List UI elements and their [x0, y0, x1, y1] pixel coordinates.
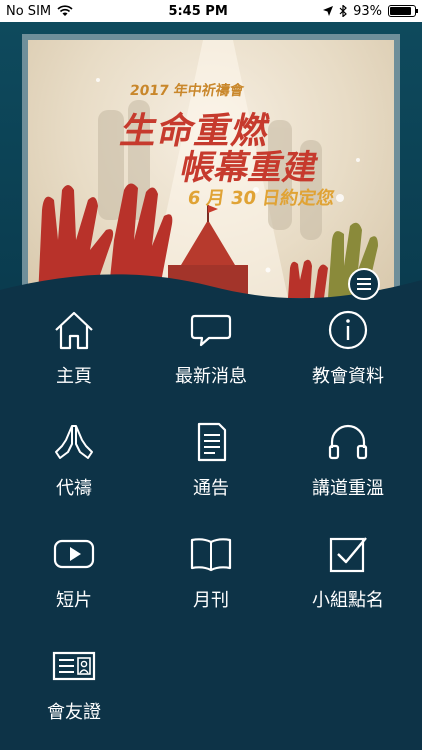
menu-label-notices: 通告: [193, 478, 229, 499]
carrier-label: No SIM: [6, 3, 52, 19]
menu-item-news[interactable]: 最新消息: [141, 308, 281, 388]
wifi-icon: [57, 5, 73, 16]
speech-bubble-icon: [190, 314, 232, 347]
member-card-icon: [52, 651, 96, 681]
menu-item-monthly[interactable]: 月刊: [141, 532, 281, 612]
menu-item-home[interactable]: 主頁: [4, 308, 144, 388]
menu-label-sermons: 講道重溫: [312, 478, 384, 499]
status-left: No SIM: [6, 4, 73, 19]
menu-label-church-info: 教會資料: [312, 366, 384, 387]
banner-date: 6 月 30 日約定您: [186, 188, 336, 209]
menu-label-prayer: 代禱: [56, 478, 92, 499]
battery-icon: [387, 5, 418, 17]
home-icon: [55, 311, 93, 350]
play-video-icon: [53, 539, 95, 569]
menu-item-prayer[interactable]: 代禱: [4, 420, 144, 500]
menu-item-church-info[interactable]: 教會資料: [278, 308, 418, 388]
clock: 5:45 PM: [168, 3, 228, 19]
info-icon: [328, 310, 368, 350]
bluetooth-icon: [339, 5, 347, 17]
status-right: 93%: [323, 3, 418, 19]
menu-label-home: 主頁: [56, 366, 92, 387]
location-arrow-icon: [323, 6, 334, 16]
banner-frame: 2017 年中祈禱會 生命重燃 帳幕重建 6 月 30 日約定您: [0, 22, 422, 304]
banner-tagline: 2017 年中祈禱會: [128, 83, 245, 99]
menu-item-sermons[interactable]: 講道重溫: [278, 420, 418, 500]
menu-label-news: 最新消息: [175, 366, 247, 387]
banner-headline-2: 帳幕重建: [177, 148, 322, 188]
menu-label-monthly: 月刊: [193, 590, 229, 611]
headphones-icon: [328, 424, 368, 460]
open-book-icon: [190, 538, 232, 572]
menu-label-group-attendance: 小組點名: [312, 590, 384, 611]
document-icon: [197, 422, 227, 462]
hamburger-icon: [357, 278, 371, 290]
checkbox-icon: [329, 537, 367, 573]
menu-item-videos[interactable]: 短片: [4, 532, 144, 612]
menu-item-member-card[interactable]: 會友證: [4, 644, 144, 724]
menu-label-videos: 短片: [56, 590, 92, 611]
menu-toggle-button[interactable]: [348, 268, 380, 300]
menu-item-notices[interactable]: 通告: [141, 420, 281, 500]
menu-label-member-card: 會友證: [47, 702, 101, 723]
status-bar: No SIM 5:45 PM 93%: [0, 0, 422, 22]
menu-item-group-attendance[interactable]: 小組點名: [278, 532, 418, 612]
praying-hands-icon: [55, 425, 93, 459]
battery-percent: 93%: [353, 3, 382, 19]
